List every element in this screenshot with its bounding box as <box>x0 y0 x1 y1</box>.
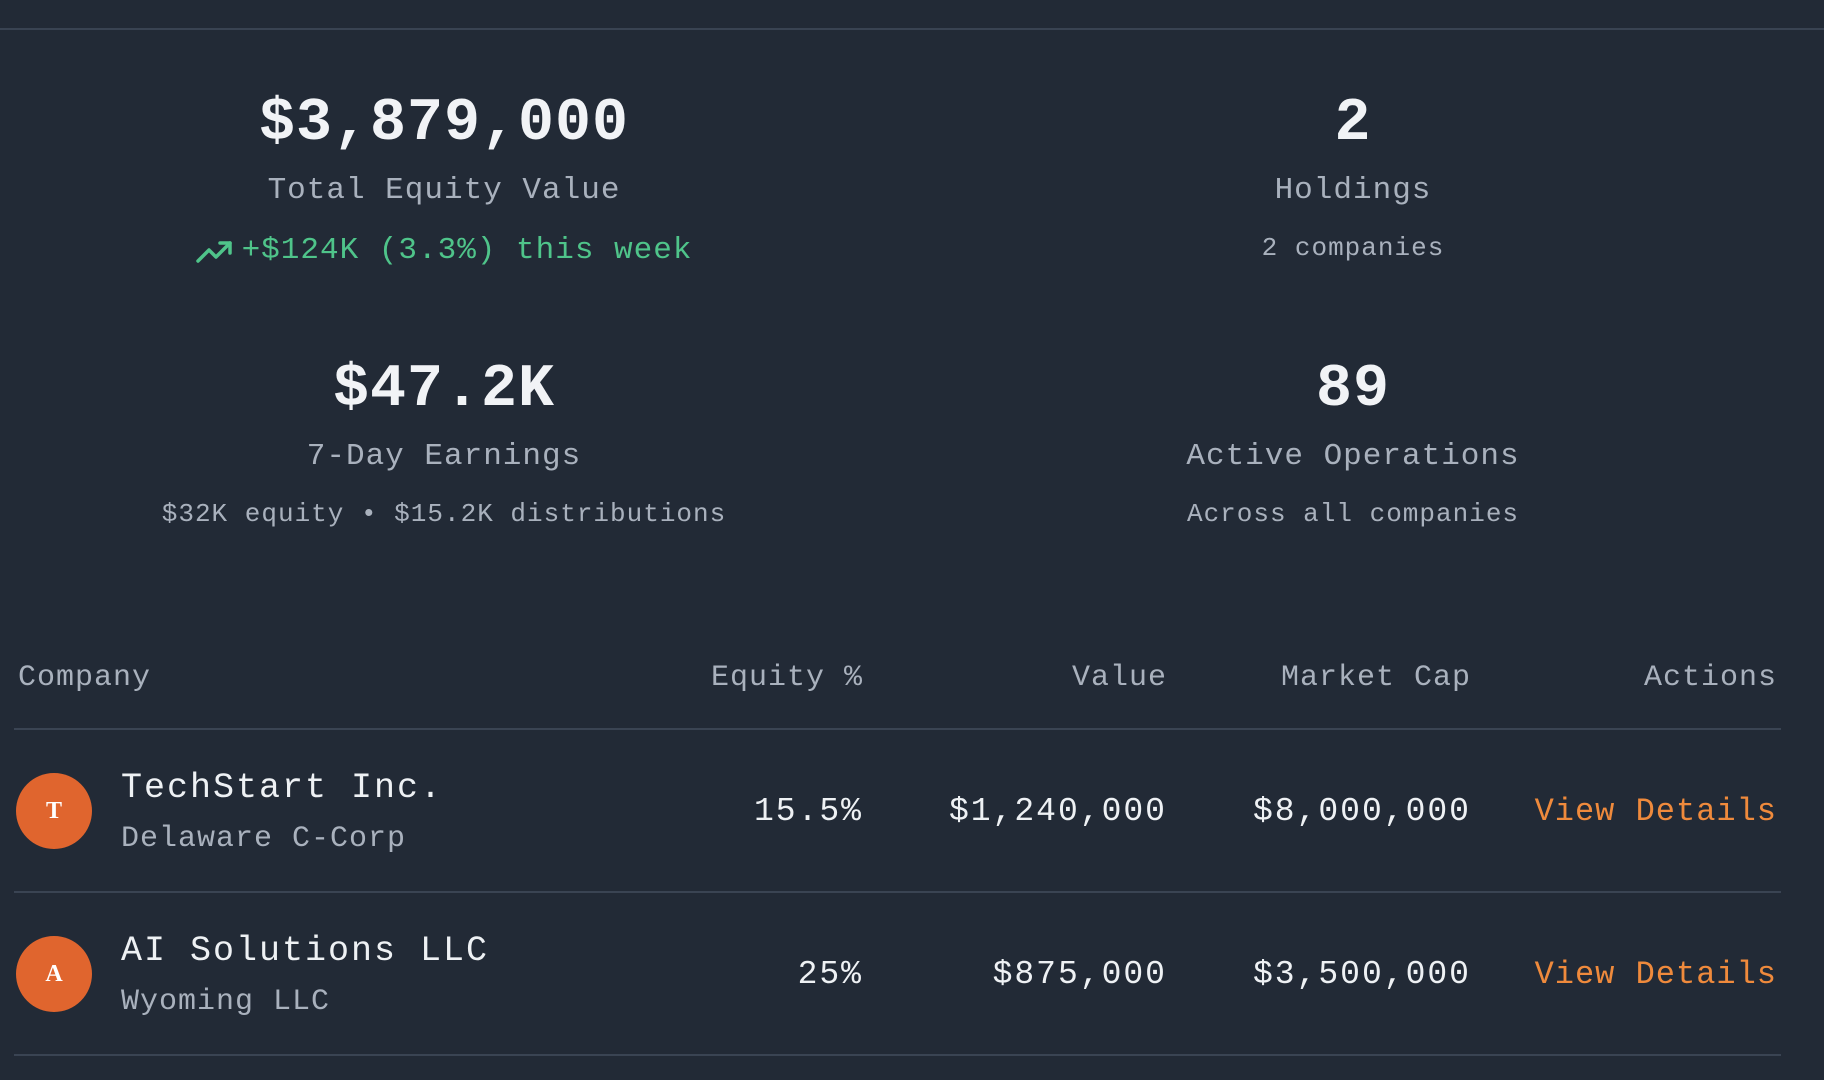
view-details-link[interactable]: View Details <box>1535 790 1777 834</box>
stat-label: Total Equity Value <box>267 173 621 208</box>
equity-percent: 15.5% <box>753 793 863 830</box>
stat-value: 2 <box>1334 90 1372 158</box>
column-header-equity[interactable]: Equity % <box>711 658 863 698</box>
stat-change: +$124K (3.3%) this week <box>94 231 794 271</box>
stat-holdings: 2 Holdings 2 companies <box>1003 88 1703 265</box>
stat-sub: $32K equity • $15.2K distributions <box>161 499 727 529</box>
table-header: Company Equity % Value Market Cap Action… <box>14 640 1781 730</box>
holdings-table: Company Equity % Value Market Cap Action… <box>14 640 1781 1056</box>
stat-value: $47.2K <box>332 356 556 424</box>
stat-sub: 2 companies <box>1261 233 1445 263</box>
column-header-company[interactable]: Company <box>18 658 151 698</box>
stat-label: 7-Day Earnings <box>306 439 582 474</box>
trending-up-icon <box>195 237 234 265</box>
stat-label: Holdings <box>1274 173 1432 208</box>
company-avatar: T <box>16 773 92 849</box>
equity-value: $875,000 <box>992 956 1167 993</box>
column-header-actions: Actions <box>1643 661 1777 695</box>
company-avatar: A <box>16 936 92 1012</box>
table-row[interactable]: T TechStart Inc. Delaware C-Corp 15.5% $… <box>14 730 1781 893</box>
stat-change-text: +$124K (3.3%) this week <box>241 233 693 268</box>
stat-total-equity: $3,879,000 Total Equity Value +$124K (3.… <box>94 88 794 271</box>
stat-earnings: $47.2K 7-Day Earnings $32K equity • $15.… <box>94 354 794 531</box>
company-type: Wyoming LLC <box>121 985 331 1019</box>
market-cap: $3,500,000 <box>1252 956 1471 993</box>
equity-value: $1,240,000 <box>948 793 1167 830</box>
stat-sub: Across all companies <box>1186 499 1520 529</box>
stat-value: 89 <box>1315 356 1390 424</box>
column-header-value[interactable]: Value <box>1072 658 1167 698</box>
stat-value: $3,879,000 <box>258 90 630 158</box>
market-cap: $8,000,000 <box>1252 793 1471 830</box>
column-header-market-cap[interactable]: Market Cap <box>1281 658 1471 698</box>
company-type: Delaware C-Corp <box>121 822 407 856</box>
company-name: AI Solutions LLC <box>121 931 490 971</box>
company-name: TechStart Inc. <box>121 768 444 808</box>
top-divider <box>0 28 1824 30</box>
table-row[interactable]: A AI Solutions LLC Wyoming LLC 25% $875,… <box>14 893 1781 1056</box>
stat-label: Active Operations <box>1186 439 1520 474</box>
view-details-link[interactable]: View Details <box>1535 953 1777 997</box>
equity-percent: 25% <box>797 956 863 993</box>
stat-operations: 89 Active Operations Across all companie… <box>1003 354 1703 531</box>
